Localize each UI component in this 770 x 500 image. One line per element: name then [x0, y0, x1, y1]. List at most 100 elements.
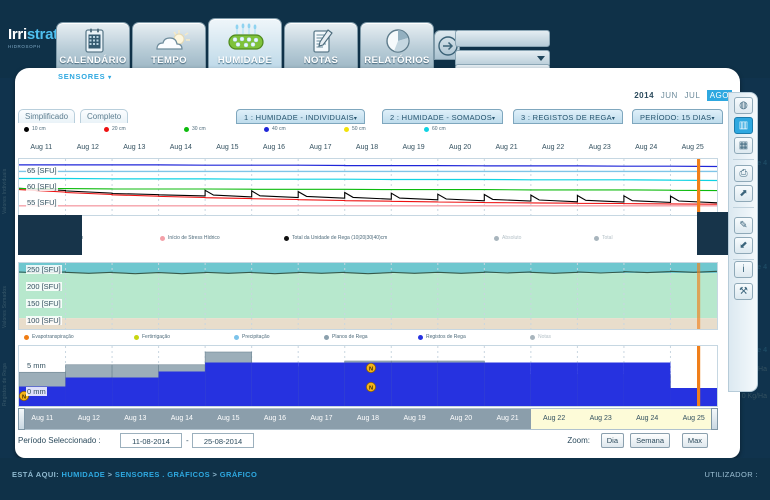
legend-label: Fertirrigação: [142, 334, 171, 340]
slider-day-cell[interactable]: Aug 25: [670, 409, 717, 429]
bar-chart-icon[interactable]: ▥: [734, 117, 753, 134]
slider-handle-left[interactable]: [18, 408, 25, 430]
chevron-down-icon: ▾: [611, 116, 616, 122]
printer-icon[interactable]: ⎙: [734, 165, 753, 182]
pencil-icon[interactable]: ✎: [734, 217, 753, 234]
x-axis-tick-label: Aug 25: [681, 144, 704, 151]
note-marker-icon[interactable]: N: [365, 362, 376, 373]
wrench-icon[interactable]: ⚒: [734, 283, 753, 300]
legend-individuais: 10 cm 20 cm 30 cm 40 cm 50 cm 60 cm: [18, 126, 718, 138]
nav-tab-relatorios[interactable]: RELATÓRIOS: [360, 22, 434, 70]
legend-depth-item[interactable]: 30 cm: [184, 126, 206, 132]
breadcrumb-item-0[interactable]: HUMIDADE: [62, 470, 106, 479]
slider-day-cell[interactable]: Aug 20: [437, 409, 485, 429]
chart-tab-periodo[interactable]: PERÍODO: 15 DIAS▾: [632, 109, 723, 124]
chart-tab-label: 2 : HUMIDADE - SOMADOS: [390, 113, 493, 122]
slider-day-cell[interactable]: Aug 24: [624, 409, 671, 429]
slider-day-cell[interactable]: Aug 23: [577, 409, 624, 429]
chevron-down-icon: ▾: [492, 116, 496, 122]
chart-tab-registos-de-rega[interactable]: 3 : REGISTOS DE REGA▾: [513, 109, 624, 124]
nav-tab-calendario[interactable]: CALENDÁRIO: [56, 22, 130, 70]
slider-day-cell[interactable]: Aug 14: [158, 409, 206, 429]
chart-registos-de-rega[interactable]: NNN: [18, 345, 718, 407]
breadcrumb-item-1[interactable]: SENSORES . GRÁFICOS: [115, 470, 210, 479]
legend-depth-item[interactable]: 40 cm: [264, 126, 286, 132]
view-tab-completo[interactable]: Completo: [80, 109, 129, 123]
slider-day-cell[interactable]: Aug 17: [298, 409, 345, 429]
slider-day-cell[interactable]: Aug 19: [391, 409, 438, 429]
slider-day-cell[interactable]: Aug 16: [251, 409, 299, 429]
month-jul[interactable]: JUL: [685, 91, 700, 100]
slider-day-cell[interactable]: Aug 11: [19, 409, 66, 429]
sidebar-divider: [733, 159, 754, 160]
zoom-button-semana[interactable]: Semana: [630, 433, 670, 448]
nav-tab-label: NOTAS: [303, 55, 339, 66]
user-label: UTILIZADOR :: [704, 470, 758, 479]
globe-icon[interactable]: ◍: [734, 97, 753, 114]
legend-rega-item[interactable]: Fertirrigação: [134, 334, 170, 340]
legend-depth-item[interactable]: 60 cm: [424, 126, 446, 132]
zoom-button-dia[interactable]: Dia: [600, 433, 624, 448]
farm-select[interactable]: [455, 30, 550, 47]
table-grid-icon[interactable]: ▦: [734, 137, 753, 154]
legend-threshold-item[interactable]: Total: [594, 235, 613, 241]
breadcrumb: ESTÁ AQUI: HUMIDADE > SENSORES . GRÁFICO…: [12, 470, 257, 479]
y-axis-title-individuais: Valores Individuais: [2, 168, 8, 214]
chart-tab-label: 1 : HUMIDADE - INDIVIDUAIS: [244, 113, 354, 122]
chart2-plot: [19, 263, 717, 329]
external-link-icon[interactable]: ⬈: [734, 185, 753, 202]
slider-day-cell[interactable]: Aug 18: [344, 409, 392, 429]
chart-humidade-individuais[interactable]: [18, 158, 718, 216]
y-axis-tick-label-chart3: 0 mm: [26, 387, 47, 396]
legend-color-dot: [160, 235, 165, 241]
slider-handle-right[interactable]: [711, 408, 718, 430]
legend-rega-item[interactable]: Registos de Rega: [418, 334, 466, 340]
legend-rega-item[interactable]: Evapotranspiração: [24, 334, 74, 340]
zoom-button-max[interactable]: Max: [681, 433, 708, 448]
legend-threshold-item[interactable]: Absoluto: [494, 235, 521, 241]
legend-depth-item[interactable]: 50 cm: [344, 126, 366, 132]
legend-rega-item[interactable]: Planos de Rega: [324, 334, 368, 340]
x-axis-tick-label: Aug 16: [262, 144, 286, 151]
legend-rega-item[interactable]: Notas: [530, 334, 551, 340]
date-range-slider[interactable]: Aug 11 Aug 12 Aug 13 Aug 14 Aug 15 Aug 16 Aug …: [18, 408, 718, 430]
period-label: Período Seleccionado :: [18, 436, 101, 445]
slider-day-cell[interactable]: Aug 22: [531, 409, 578, 429]
legend-color-dot: [24, 334, 29, 340]
info-icon[interactable]: i: [734, 261, 753, 278]
sub-nav-sensores[interactable]: SENSORES ▾: [58, 72, 112, 81]
slider-day-cell[interactable]: Aug 21: [484, 409, 531, 429]
legend-threshold-item[interactable]: Início de Stress Hídrico: [160, 235, 220, 241]
nav-tab-label: TEMPO: [151, 55, 187, 66]
redacted-region-left: [18, 215, 82, 255]
legend-depth-item[interactable]: 20 cm: [104, 126, 126, 132]
date-month-selector[interactable]: 2014 JUN JUL AGO: [634, 90, 732, 101]
breadcrumb-item-2[interactable]: GRÁFICO: [220, 470, 257, 479]
legend-label: Registos de Rega: [426, 334, 466, 340]
y-axis-title-rega: Registos de Rega: [2, 363, 8, 406]
x-axis-tick-label: Aug 20: [448, 144, 472, 151]
month-jun[interactable]: JUN: [661, 91, 678, 100]
slider-day-cell[interactable]: Aug 15: [205, 409, 252, 429]
x-axis-tick-label: Aug 18: [355, 144, 379, 151]
legend-depth-item[interactable]: 10 cm: [24, 126, 46, 132]
period-end-input[interactable]: 25-08-2014: [192, 433, 254, 448]
chart-tab-humidade-somados[interactable]: 2 : HUMIDADE - SOMADOS▾: [382, 109, 504, 124]
nav-tab-notas[interactable]: NOTAS: [284, 22, 358, 70]
legend-rega-item[interactable]: Precipitação: [234, 334, 270, 340]
x-axis-tick-label: Aug 12: [76, 144, 99, 151]
legend-threshold-item[interactable]: Total da Unidade de Rega (10|20|30|40)cm: [284, 235, 387, 241]
chart-humidade-somados[interactable]: [18, 262, 718, 330]
nav-tab-humidade[interactable]: HUMIDADE: [208, 18, 282, 70]
view-tab-simplificado[interactable]: Simplificado: [18, 109, 76, 123]
period-start-input[interactable]: 11-08-2014: [120, 433, 182, 448]
expand-box-icon[interactable]: ⬋: [734, 237, 753, 254]
logo-text-accent: strat: [26, 26, 58, 43]
y-axis-tick-label-chart1: 55 [SFU]: [26, 198, 58, 207]
legend-label: 20 cm: [112, 126, 126, 132]
slider-day-cell[interactable]: Aug 12: [65, 409, 113, 429]
note-marker-icon[interactable]: N: [365, 382, 376, 393]
nav-tab-tempo[interactable]: TEMPO: [132, 22, 206, 70]
chart-tab-humidade-individuais[interactable]: 1 : HUMIDADE - INDIVIDUAIS▾: [236, 109, 366, 124]
slider-day-cell[interactable]: Aug 13: [112, 409, 159, 429]
